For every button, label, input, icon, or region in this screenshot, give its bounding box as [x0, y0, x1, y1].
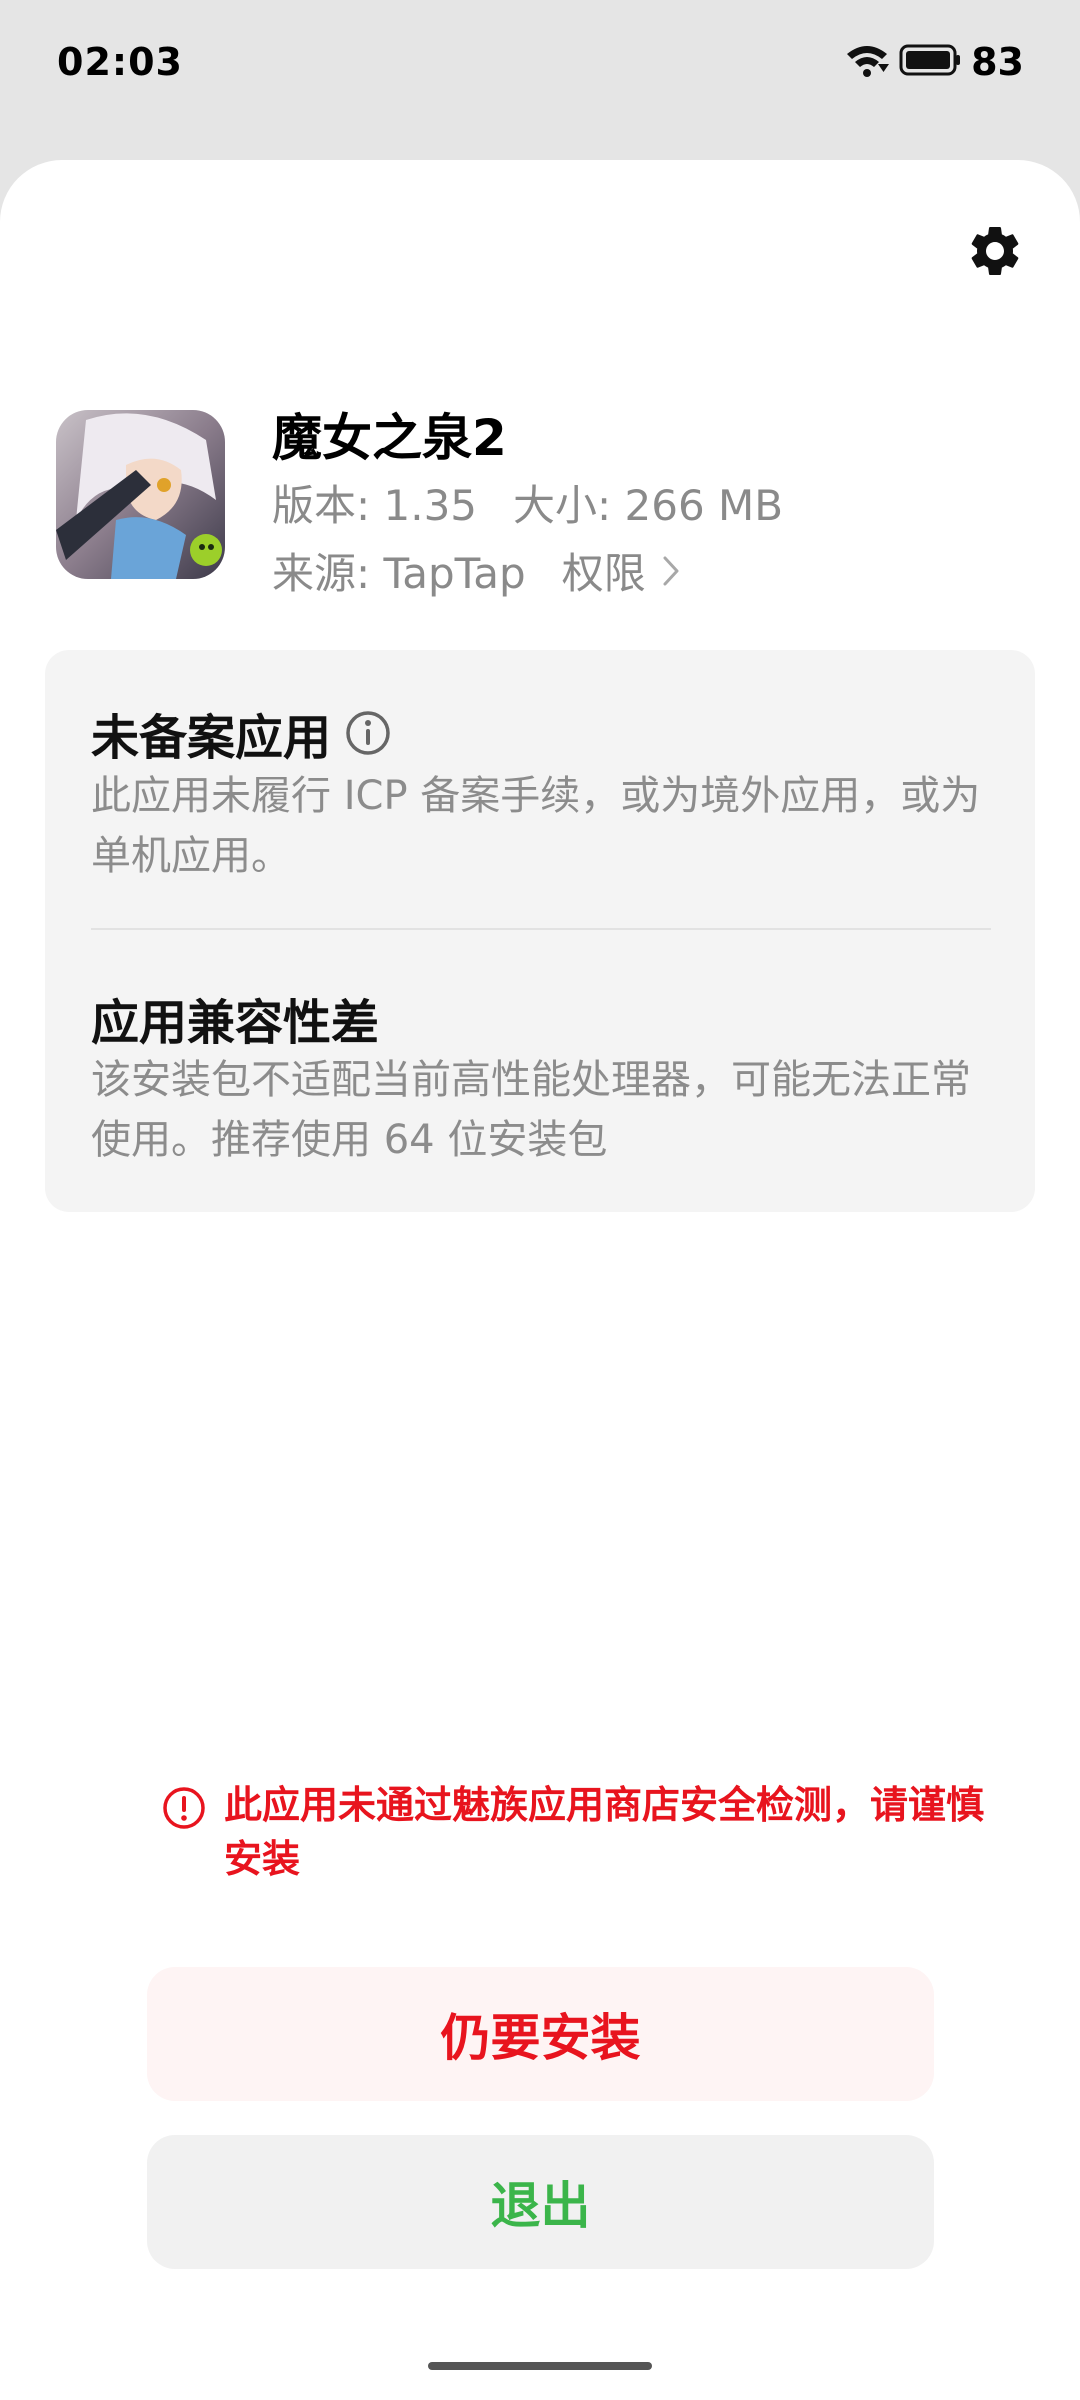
divider: [91, 928, 991, 930]
warning-icon: [162, 1786, 206, 1830]
battery-icon: [899, 43, 961, 81]
status-time: 02:03: [57, 40, 183, 84]
compatibility-description: 该安装包不适配当前高性能处理器，可能无法正常使用。推荐使用 64 位安装包: [91, 1057, 971, 1163]
info-card: 未备案应用 此应用未履行 ICP 备案手续，或为境外应用，或为单机应用。 应用兼…: [45, 650, 1035, 1212]
exit-button[interactable]: 退出: [147, 2135, 934, 2269]
unregistered-title: 未备案应用: [91, 710, 332, 766]
unregistered-description: 此应用未履行 ICP 备案手续，或为境外应用，或为单机应用。: [91, 773, 981, 879]
warning-text: 此应用未通过魅族应用商店安全检测，请谨慎安装: [224, 1783, 985, 1881]
battery-level: 83: [971, 40, 1024, 84]
app-size: 大小: 266 MB: [513, 481, 784, 530]
app-icon: [56, 410, 225, 579]
chevron-right-icon: [663, 556, 679, 585]
app-version: 版本: 1.35: [272, 481, 478, 530]
status-icons: 83: [845, 40, 1024, 84]
permissions-link[interactable]: 权限: [562, 540, 680, 601]
info-icon[interactable]: [345, 710, 391, 756]
settings-button[interactable]: [960, 218, 1030, 288]
permissions-label: 权限: [561, 549, 646, 598]
unregistered-row: 未备案应用: [91, 698, 391, 768]
app-name: 魔女之泉2: [272, 409, 507, 467]
app-source-row: 来源: TapTap 权限: [272, 540, 680, 601]
status-bar: 02:03 83: [0, 0, 1080, 130]
app-source: 来源: TapTap: [272, 549, 526, 598]
gear-icon: [965, 221, 1025, 285]
compatibility-title: 应用兼容性差: [91, 995, 380, 1051]
security-warning: 此应用未通过魅族应用商店安全检测，请谨慎安装: [162, 1778, 984, 1886]
home-indicator[interactable]: [428, 2362, 652, 2370]
app-meta: 版本: 1.35 大小: 266 MB: [272, 472, 783, 533]
install-anyway-button[interactable]: 仍要安装: [147, 1967, 934, 2101]
wifi-icon: [845, 42, 890, 82]
